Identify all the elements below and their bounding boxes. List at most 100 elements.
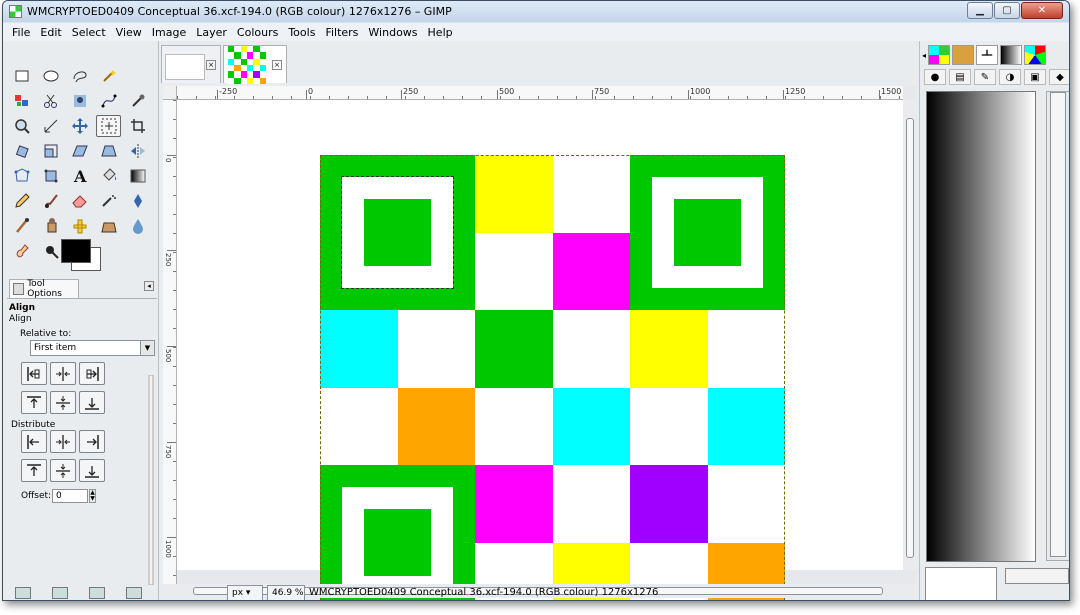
align-tool-button[interactable]: [96, 115, 121, 137]
ruler-corner[interactable]: [163, 86, 177, 100]
airbrush-tool-button[interactable]: [96, 190, 121, 212]
blur-sharpen-tool-button[interactable]: [125, 215, 150, 237]
paths-tool-button[interactable]: [96, 90, 121, 112]
scale-tool-button[interactable]: [38, 140, 63, 162]
delete-options-icon[interactable]: [89, 587, 105, 599]
menu-view[interactable]: View: [116, 26, 142, 39]
fonts-icon[interactable]: ✎: [974, 69, 996, 85]
align-top-edge-button[interactable]: [21, 391, 47, 414]
restore-options-icon[interactable]: [52, 587, 68, 599]
distribute-top-button[interactable]: [21, 459, 47, 482]
menu-layer[interactable]: Layer: [196, 26, 227, 39]
tab-paths[interactable]: [976, 45, 999, 65]
tab-tool-options[interactable]: Tool Options: [9, 279, 79, 299]
distribute-center-button[interactable]: [50, 430, 76, 453]
menu-filters[interactable]: Filters: [325, 26, 358, 39]
align-right-edge-button[interactable]: [79, 362, 105, 385]
distribute-middle-button[interactable]: [50, 459, 76, 482]
tab-layers[interactable]: [928, 45, 951, 65]
paintbrush-tool-button[interactable]: [38, 190, 63, 212]
dock-scrollbar[interactable]: [1046, 91, 1069, 561]
zoom-tool-button[interactable]: [9, 115, 34, 137]
align-middle-button[interactable]: [50, 391, 76, 414]
tab-palette[interactable]: [1024, 45, 1047, 65]
fuzzy-select-tool-button[interactable]: [96, 65, 121, 87]
brushes-icon[interactable]: ●: [924, 69, 946, 85]
vertical-scroll-thumb[interactable]: [906, 118, 914, 558]
minimize-button[interactable]: ▁: [967, 2, 993, 19]
tool-options-scrollbar[interactable]: [146, 375, 156, 585]
distribute-left-button[interactable]: [21, 430, 47, 453]
close-icon[interactable]: ×: [272, 60, 282, 70]
image-tab-2[interactable]: ×: [223, 45, 287, 84]
ink-tool-button[interactable]: [125, 190, 150, 212]
free-select-tool-button[interactable]: [67, 65, 92, 87]
close-button[interactable]: ✕: [1021, 2, 1063, 19]
align-left-edge-button[interactable]: [21, 362, 47, 385]
measure-tool-button[interactable]: [38, 115, 63, 137]
heal-tool-button[interactable]: [67, 215, 92, 237]
bucket-fill-tool-button[interactable]: [96, 165, 121, 187]
rotate-tool-button[interactable]: [9, 140, 34, 162]
perspective-tool-button[interactable]: [96, 140, 121, 162]
menu-file[interactable]: File: [12, 26, 30, 39]
text-tool-button[interactable]: A: [67, 165, 92, 187]
gradient-preview[interactable]: [926, 91, 1036, 562]
tab-gradient[interactable]: [1000, 45, 1023, 65]
dock-scroll-thumb[interactable]: [1050, 92, 1066, 557]
unit-select[interactable]: px ▾: [227, 585, 263, 600]
image-tab-1[interactable]: ×: [161, 45, 221, 83]
eraser-tool-button[interactable]: [67, 190, 92, 212]
zoom-select[interactable]: 46.9 % ▾: [267, 585, 305, 600]
canvas-viewport[interactable]: [177, 100, 903, 600]
menu-select[interactable]: Select: [72, 26, 106, 39]
save-options-icon[interactable]: [15, 587, 31, 599]
distribute-bottom-button[interactable]: [79, 459, 105, 482]
menu-tools[interactable]: Tools: [288, 26, 315, 39]
crop-tool-button[interactable]: [125, 115, 150, 137]
tab-channels[interactable]: [952, 45, 975, 65]
close-icon[interactable]: ×: [206, 60, 216, 70]
offset-spinner[interactable]: ▲ ▼: [89, 489, 96, 503]
move-tool-button[interactable]: [67, 115, 92, 137]
align-bottom-edge-button[interactable]: [79, 391, 105, 414]
rect-select-tool-button[interactable]: [9, 65, 34, 87]
pencil-tool-button[interactable]: [9, 190, 34, 212]
menu-colours[interactable]: Colours: [237, 26, 278, 39]
dock-menu-icon[interactable]: ◂: [922, 51, 926, 60]
foreground-select-tool-button[interactable]: [67, 90, 92, 112]
reset-options-icon[interactable]: [126, 587, 142, 599]
colors-icon[interactable]: ◆: [1049, 69, 1069, 85]
image-content[interactable]: [320, 155, 785, 600]
maximize-button[interactable]: ▢: [994, 2, 1020, 19]
unified-transform-tool-button[interactable]: [38, 165, 63, 187]
relative-to-select[interactable]: First item ▼: [30, 340, 155, 356]
clone-tool-button[interactable]: [38, 215, 63, 237]
mypaint-brush-tool-button[interactable]: [9, 215, 34, 237]
dock-action-button[interactable]: [1005, 568, 1069, 584]
menu-edit[interactable]: Edit: [40, 26, 61, 39]
menu-help[interactable]: Help: [428, 26, 453, 39]
gradients-icon[interactable]: ◑: [999, 69, 1021, 85]
tab-menu-button[interactable]: ◂: [144, 281, 154, 291]
align-center-button[interactable]: [50, 362, 76, 385]
scissors-select-tool-button[interactable]: [38, 90, 63, 112]
shear-tool-button[interactable]: [67, 140, 92, 162]
select-by-color-tool-button[interactable]: [9, 90, 34, 112]
palettes-icon[interactable]: ▣: [1024, 69, 1046, 85]
vertical-scrollbar[interactable]: [903, 100, 917, 570]
perspective-clone-tool-button[interactable]: [96, 215, 121, 237]
color-picker-tool-button[interactable]: [125, 90, 150, 112]
smudge-tool-button[interactable]: [9, 240, 34, 262]
distribute-right-button[interactable]: [79, 430, 105, 453]
flip-tool-button[interactable]: [125, 140, 150, 162]
blend-tool-button[interactable]: [125, 165, 150, 187]
menu-image[interactable]: Image: [152, 26, 186, 39]
horizontal-ruler[interactable]: -250 0 250 500 750 1000 1250 1500: [177, 86, 903, 100]
patterns-icon[interactable]: ▤: [949, 69, 971, 85]
vertical-ruler[interactable]: 0 250 500 750 1000: [163, 100, 177, 584]
menu-windows[interactable]: Windows: [368, 26, 417, 39]
cage-transform-tool-button[interactable]: [9, 165, 34, 187]
offset-input[interactable]: 0: [52, 489, 88, 503]
foreground-color-swatch[interactable]: [61, 239, 91, 263]
